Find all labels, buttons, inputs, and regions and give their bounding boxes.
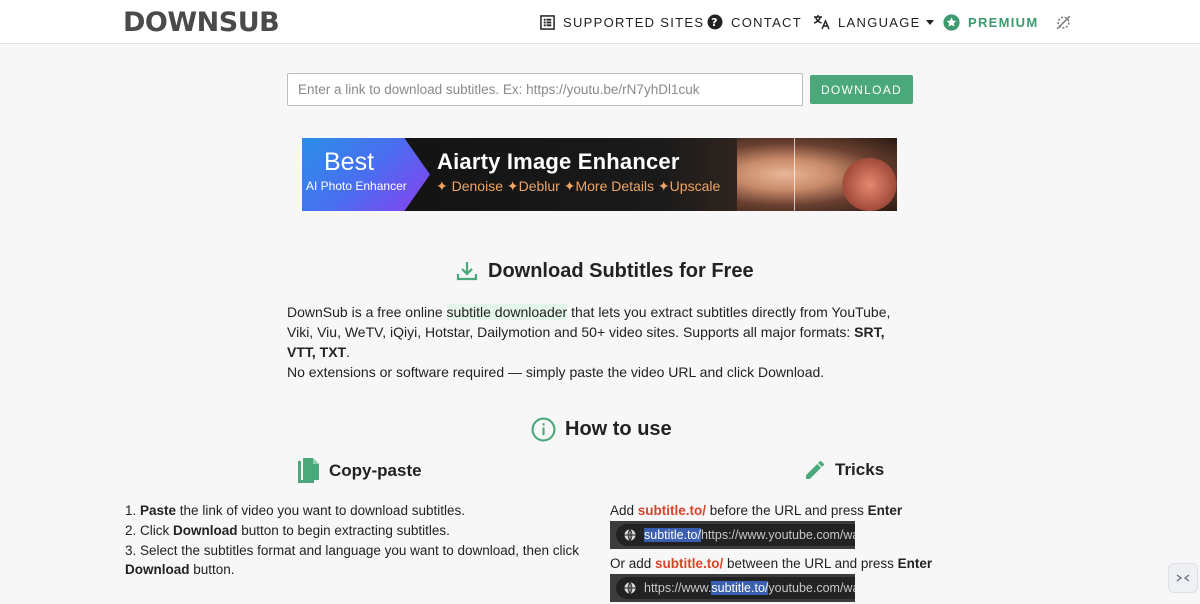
tricks-heading-text: Tricks xyxy=(835,460,885,479)
section-title-how-text: How to use xyxy=(565,418,672,440)
step-number: 1. xyxy=(125,503,141,518)
theme-toggle-icon xyxy=(1055,14,1072,31)
trick-2-text: Or add subtitle.to/ between the URL and … xyxy=(610,556,932,571)
trick-key: Enter xyxy=(867,503,903,518)
pencil-icon xyxy=(803,458,827,482)
step-text: Click xyxy=(140,522,174,538)
globe-icon xyxy=(624,582,636,594)
steps-list: 1. Paste the link of video you want to d… xyxy=(125,501,585,580)
step-bold: Download xyxy=(125,562,190,578)
banner-title: Aiarty Image Enhancer xyxy=(437,149,680,174)
nav-supported-sites[interactable]: SUPPORTED SITES xyxy=(540,0,704,44)
step-text: Select the subtitles format and language… xyxy=(140,542,580,558)
url-rest: youtube.com/watch?v= xyxy=(768,581,855,595)
theme-toggle[interactable] xyxy=(1055,0,1080,44)
nav-premium[interactable]: PREMIUM xyxy=(943,0,1039,44)
url-input[interactable] xyxy=(287,73,803,106)
url-text: https://www. xyxy=(644,581,712,595)
copy-paste-heading-text: Copy-paste xyxy=(329,461,422,480)
chevron-down-icon xyxy=(925,19,934,25)
nav-supported-sites-label: SUPPORTED SITES xyxy=(563,14,705,30)
copy-paste-heading: Copy-paste xyxy=(297,457,422,485)
banner-flower xyxy=(842,158,897,211)
trick-text: before the URL and press xyxy=(706,503,868,518)
download-icon xyxy=(455,259,479,283)
trick-highlight: subtitle.to/ xyxy=(655,556,724,571)
banner-best: Best xyxy=(324,148,375,176)
nav-contact-label: CONTACT xyxy=(731,14,802,30)
step-bold: Download xyxy=(173,522,238,538)
info-icon xyxy=(531,417,556,442)
copy-icon xyxy=(297,457,321,485)
ad-banner[interactable]: Best AI Photo Enhancer Aiarty Image Enha… xyxy=(302,138,897,211)
globe-icon xyxy=(624,529,636,541)
step-text: the link of video you want to download s… xyxy=(176,503,465,518)
url-pill: subtitle.to/https://www.youtube.com/watc… xyxy=(616,524,855,546)
step-number: 2. xyxy=(125,522,141,538)
intro-text-1: DownSub is a free online xyxy=(287,304,447,320)
nav-language[interactable]: LANGUAGE xyxy=(813,0,934,44)
tricks-heading: Tricks xyxy=(803,458,884,482)
section-title-download: Download Subtitles for Free xyxy=(455,259,754,283)
subtitle-downloader-link[interactable]: subtitle downloader xyxy=(446,304,568,320)
trick-1-text: Add subtitle.to/ before the URL and pres… xyxy=(610,503,902,518)
url-selected: subtitle.to/ xyxy=(711,581,769,595)
intro-paragraph-2: No extensions or software required — sim… xyxy=(287,364,825,380)
collapse-arrows-icon xyxy=(1176,574,1190,582)
step-text: button. xyxy=(189,562,235,578)
url-pill: https://www.subtitle.to/youtube.com/watc… xyxy=(616,577,855,599)
trick-key: Enter xyxy=(897,556,933,571)
step-1: 1. Paste the link of video you want to d… xyxy=(125,501,585,521)
intro-text-3: . xyxy=(346,344,351,360)
url-rest: https://www.youtube.com/watch?v= xyxy=(700,528,855,542)
help-circle-icon: ? xyxy=(707,14,723,30)
step-2: 2. Click Download button to begin extrac… xyxy=(125,521,585,541)
nav-contact[interactable]: ? CONTACT xyxy=(707,0,802,44)
url-example-2: https://www.subtitle.to/youtube.com/watc… xyxy=(610,574,855,602)
trick-text: Add xyxy=(610,503,638,518)
translate-icon xyxy=(813,14,830,30)
header: DOWNSUB SUPPORTED SITES ? CONTACT LANGUA… xyxy=(0,0,1200,44)
logo[interactable]: DOWNSUB xyxy=(123,7,280,38)
banner-features: ✦ Denoise ✦Deblur ✦More Details ✦Upscale xyxy=(436,178,721,194)
nav-language-label: LANGUAGE xyxy=(838,14,921,30)
download-button[interactable]: DOWNLOAD xyxy=(810,75,913,104)
step-number: 3. xyxy=(125,542,141,558)
trick-text: between the URL and press xyxy=(723,556,898,571)
intro-paragraph: DownSub is a free online subtitle downlo… xyxy=(287,302,917,362)
url-selected: subtitle.to/ xyxy=(644,528,701,542)
trick-highlight: subtitle.to/ xyxy=(637,503,707,518)
step-bold: Paste xyxy=(140,503,177,518)
trick-text: Or add xyxy=(610,556,656,571)
floating-widget-button[interactable] xyxy=(1168,563,1198,593)
step-text: button to begin extracting subtitles. xyxy=(237,522,450,538)
section-title-download-text: Download Subtitles for Free xyxy=(488,259,754,282)
nav-premium-label: PREMIUM xyxy=(968,14,1039,30)
banner-divider xyxy=(794,138,795,211)
star-badge-icon xyxy=(943,13,960,31)
banner-badge: Best AI Photo Enhancer xyxy=(302,138,430,211)
banner-sub: AI Photo Enhancer xyxy=(306,179,407,193)
url-example-1: subtitle.to/https://www.youtube.com/watc… xyxy=(610,521,855,549)
section-title-how: How to use xyxy=(531,417,672,442)
list-icon xyxy=(540,14,555,30)
svg-text:?: ? xyxy=(711,16,719,29)
step-3: 3. Select the subtitles format and langu… xyxy=(125,541,585,581)
